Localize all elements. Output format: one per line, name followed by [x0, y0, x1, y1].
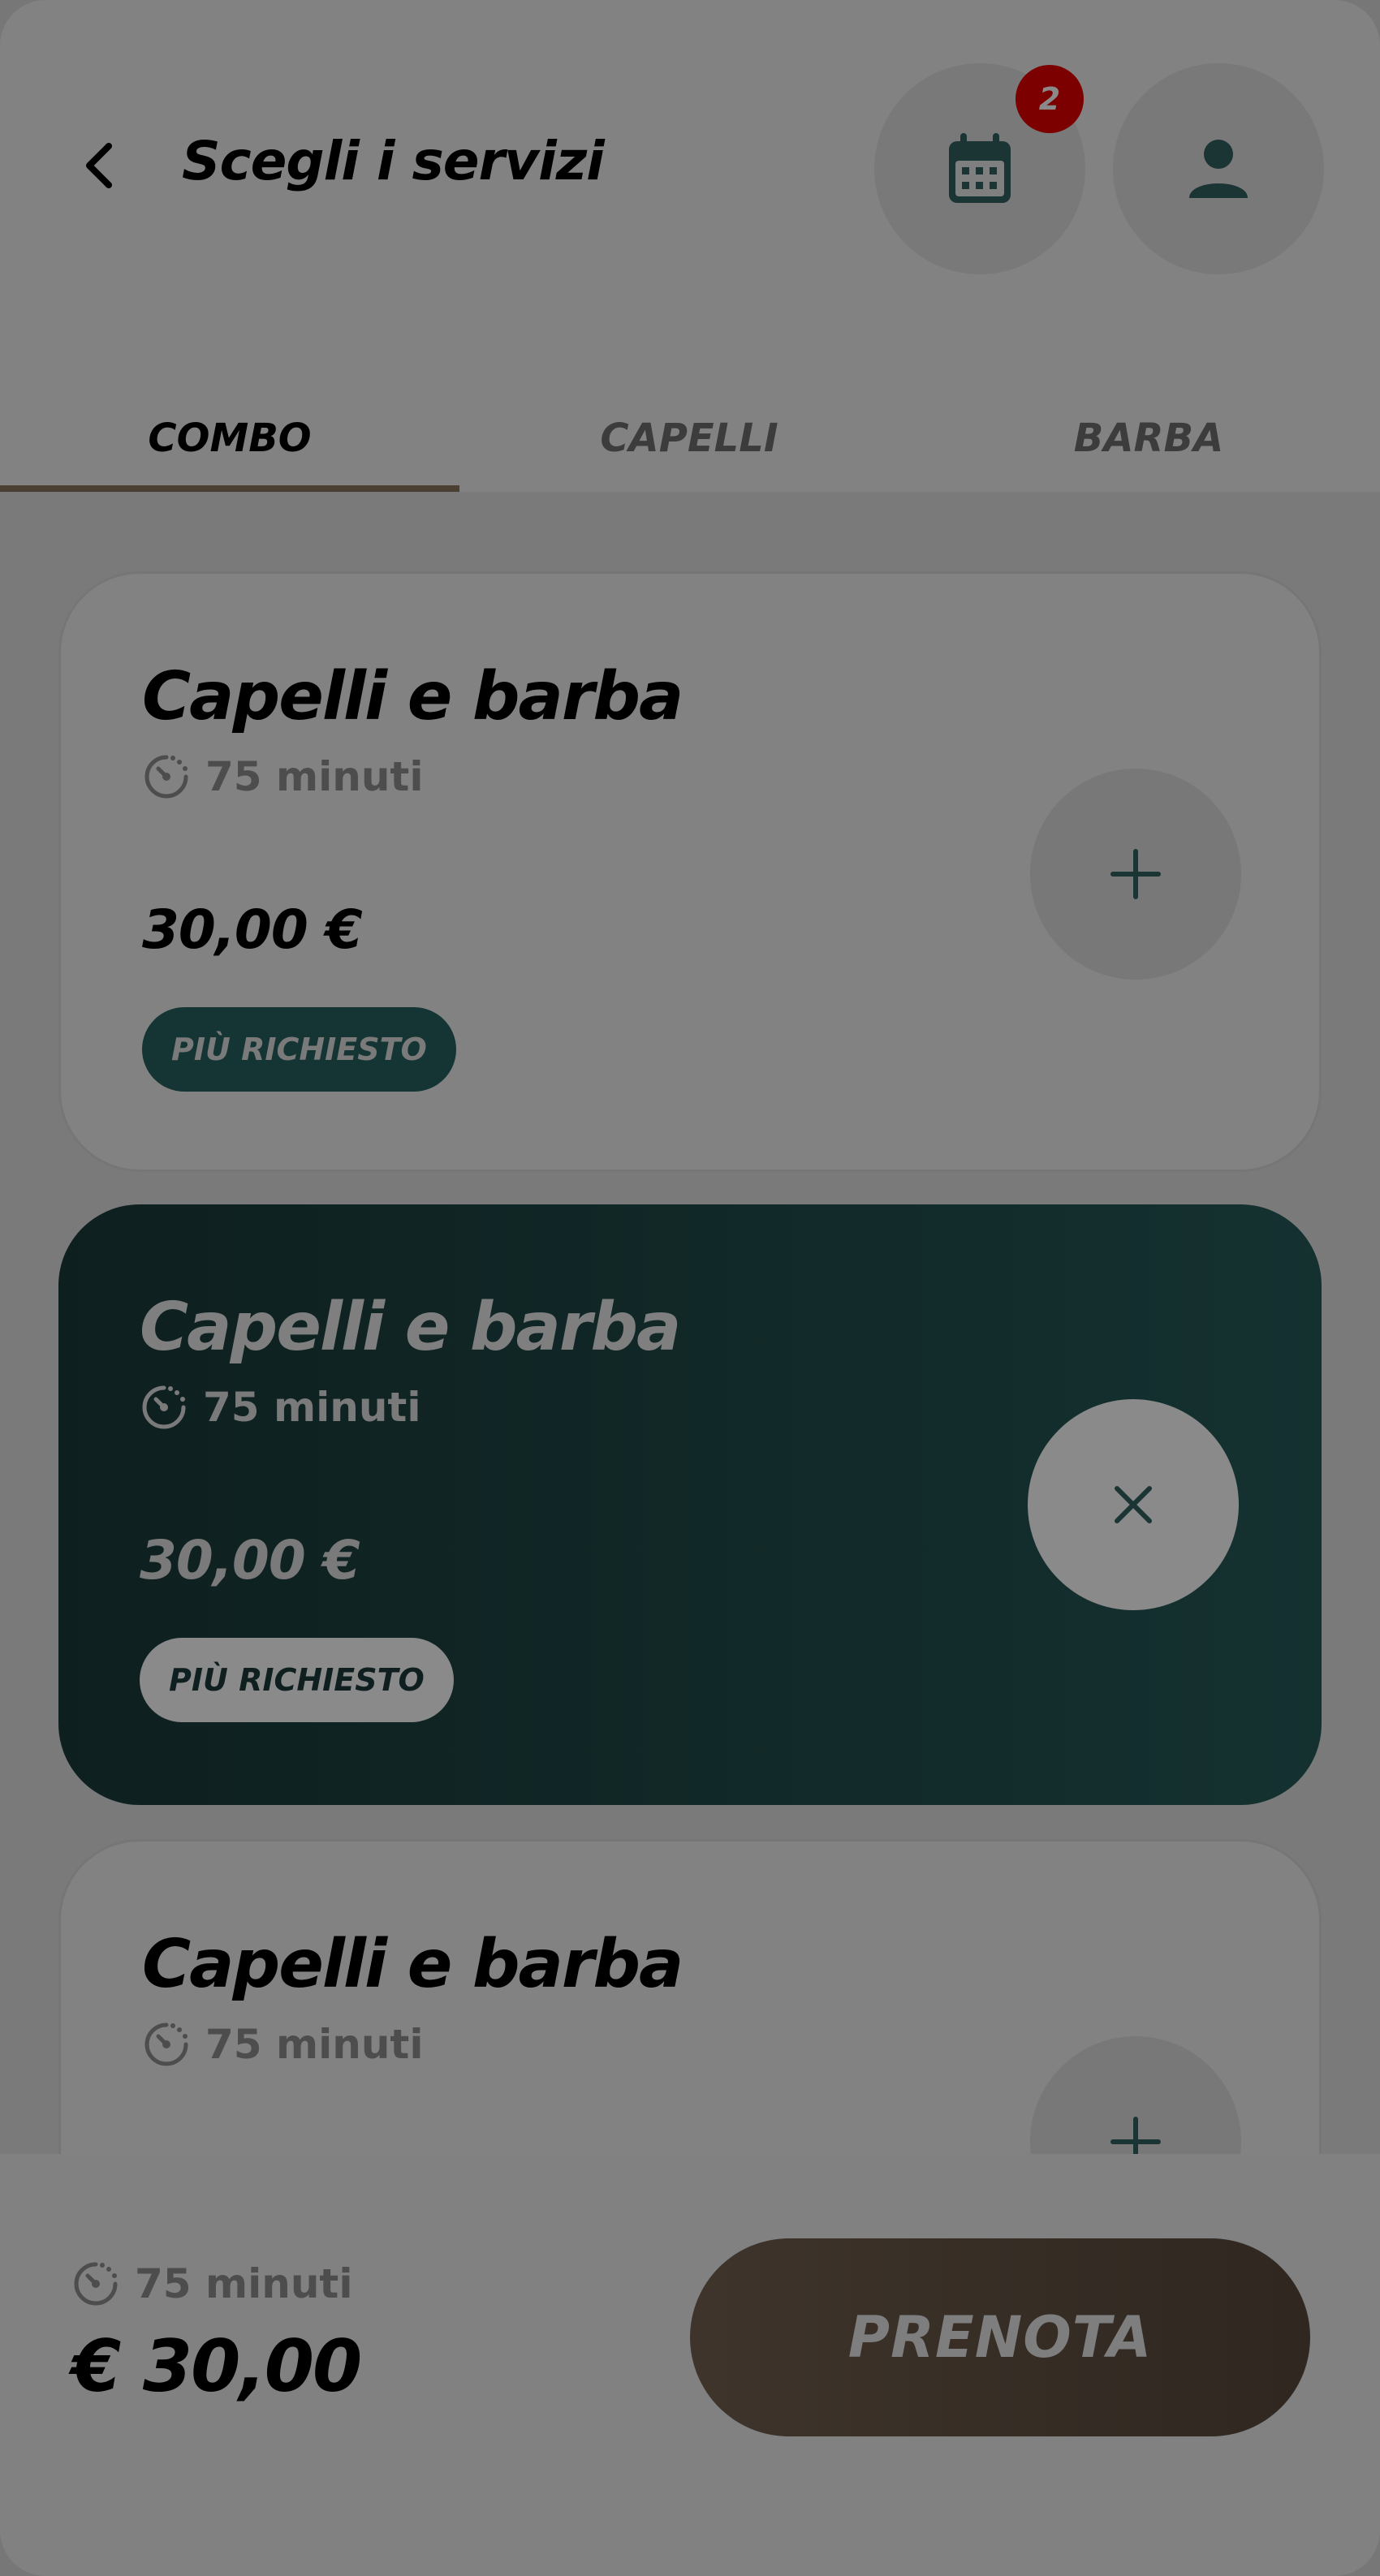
tab-combo[interactable]: COMBO [0, 390, 459, 487]
service-title: Capelli e barba [142, 658, 684, 735]
timer-icon [144, 755, 188, 799]
timer-icon [144, 2022, 188, 2066]
plus-icon [1110, 849, 1161, 899]
calendar-icon [949, 133, 1011, 203]
notification-badge: 2 [1016, 65, 1084, 133]
duration-label: 75 minuti [203, 1384, 421, 1431]
header: Scegli i servizi 2 COMBO CAPELLI BARBA [0, 0, 1380, 492]
add-service-button[interactable] [1030, 769, 1241, 980]
close-icon [1115, 1486, 1152, 1523]
booking-summary-bar: 75 minuti € 30,00 PRENOTA [0, 2154, 1380, 2576]
user-icon [1189, 140, 1248, 198]
popular-tag: PIÙ RICHIESTO [142, 1007, 456, 1092]
service-title: Capelli e barba [142, 1926, 684, 2003]
book-button[interactable]: PRENOTA [690, 2238, 1310, 2436]
app-screen: Scegli i servizi 2 COMBO CAPELLI BARBA C… [0, 0, 1380, 2576]
remove-service-button[interactable] [1028, 1399, 1239, 1610]
popular-tag: PIÙ RICHIESTO [140, 1638, 454, 1722]
total-duration: 75 minuti [71, 2259, 352, 2308]
service-price: 30,00 € [142, 898, 363, 961]
duration-label: 75 minuti [205, 2021, 424, 2068]
tab-barba[interactable]: BARBA [919, 390, 1378, 487]
total-duration-label: 75 minuti [135, 2260, 353, 2307]
chevron-left-icon [86, 143, 112, 188]
timer-icon [74, 2262, 118, 2306]
tab-bar: COMBO CAPELLI BARBA [0, 390, 1380, 492]
back-button[interactable] [68, 135, 130, 196]
duration-label: 75 minuti [205, 753, 424, 800]
service-title: Capelli e barba [140, 1289, 681, 1366]
service-duration: 75 minuti [142, 2020, 423, 2069]
profile-button[interactable] [1113, 63, 1324, 274]
timer-icon [142, 1385, 186, 1429]
tab-capelli[interactable]: CAPELLI [459, 390, 919, 487]
active-tab-indicator [0, 485, 459, 492]
page-title: Scegli i servizi [182, 130, 605, 192]
service-duration: 75 minuti [142, 752, 423, 801]
service-card-selected[interactable]: Capelli e barba 75 minuti 30,00 € PIÙ RI… [58, 1204, 1322, 1805]
service-price: 30,00 € [140, 1529, 360, 1592]
service-duration: 75 minuti [140, 1383, 420, 1432]
total-price: € 30,00 [71, 2324, 362, 2408]
service-card[interactable]: Capelli e barba 75 minuti 30,00 € PIÙ RI… [58, 571, 1322, 1172]
